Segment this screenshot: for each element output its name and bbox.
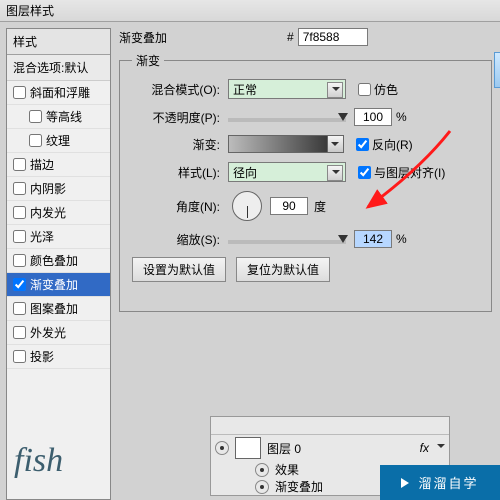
scale-label: 缩放(S): xyxy=(132,231,220,248)
angle-label: 角度(N): xyxy=(132,198,220,215)
style-checkbox[interactable] xyxy=(29,134,42,147)
visibility-icon[interactable] xyxy=(255,480,269,494)
style-combo[interactable]: 径向 xyxy=(228,162,346,182)
brand-text: 溜溜自学 xyxy=(418,473,478,492)
style-item[interactable]: 渐变叠加 xyxy=(7,273,110,297)
style-checkbox[interactable] xyxy=(29,110,42,123)
dither-checkbox[interactable]: 仿色 xyxy=(358,81,398,98)
style-item[interactable]: 斜面和浮雕 xyxy=(7,81,110,105)
style-item[interactable]: 等高线 xyxy=(7,105,110,129)
style-label: 图案叠加 xyxy=(30,300,78,317)
style-item[interactable]: 光泽 xyxy=(7,225,110,249)
style-item[interactable]: 投影 xyxy=(7,345,110,369)
align-checkbox[interactable]: 与图层对齐(I) xyxy=(358,164,445,181)
style-item[interactable]: 纹理 xyxy=(7,129,110,153)
style-label: 内发光 xyxy=(30,204,66,221)
styles-title: 样式 xyxy=(7,29,110,55)
style-item[interactable]: 外发光 xyxy=(7,321,110,345)
style-label: 颜色叠加 xyxy=(30,252,78,269)
style-checkbox[interactable] xyxy=(13,278,26,291)
style-label: 内阴影 xyxy=(30,180,66,197)
visibility-icon[interactable] xyxy=(215,441,229,455)
set-default-button[interactable]: 设置为默认值 xyxy=(132,257,226,282)
style-item[interactable]: 内阴影 xyxy=(7,177,110,201)
style-item[interactable]: 颜色叠加 xyxy=(7,249,110,273)
gradient-preview[interactable] xyxy=(228,135,328,153)
style-item[interactable]: 图案叠加 xyxy=(7,297,110,321)
scale-value[interactable] xyxy=(354,230,392,248)
style-checkbox[interactable] xyxy=(13,326,26,339)
hex-input[interactable] xyxy=(298,28,368,46)
hash-symbol: # xyxy=(287,30,294,44)
play-icon xyxy=(401,478,414,488)
style-label: 描边 xyxy=(30,156,54,173)
style-checkbox[interactable] xyxy=(13,206,26,219)
style-label: 外发光 xyxy=(30,324,66,341)
opacity-value[interactable] xyxy=(354,108,392,126)
angle-value[interactable] xyxy=(270,197,308,215)
style-label: 样式(L): xyxy=(132,164,220,181)
fish-watermark: fish xyxy=(14,442,63,480)
style-checkbox[interactable] xyxy=(13,230,26,243)
style-label: 光泽 xyxy=(30,228,54,245)
layers-header xyxy=(211,417,449,435)
gradient-dropdown[interactable] xyxy=(328,135,344,153)
group-legend: 渐变 xyxy=(132,52,164,69)
gradient-label: 渐变: xyxy=(132,136,220,153)
style-label: 斜面和浮雕 xyxy=(30,84,90,101)
blend-mode-combo[interactable]: 正常 xyxy=(228,79,346,99)
style-label: 渐变叠加 xyxy=(30,276,78,293)
style-item[interactable]: 描边 xyxy=(7,153,110,177)
window-title: 图层样式 xyxy=(0,0,500,22)
fx-title: 效果 xyxy=(275,461,299,478)
style-checkbox[interactable] xyxy=(13,350,26,363)
reverse-checkbox[interactable]: 反向(R) xyxy=(356,136,413,153)
opacity-unit: % xyxy=(396,110,407,124)
layer-row[interactable]: 图层 0 fx xyxy=(211,435,449,461)
ok-button-edge[interactable] xyxy=(494,52,500,88)
angle-unit: 度 xyxy=(314,198,326,215)
gradient-group: 渐变 混合模式(O): 正常 仿色 不透明度(P): % 渐变: 反向(R xyxy=(119,52,492,312)
reset-default-button[interactable]: 复位为默认值 xyxy=(236,257,330,282)
section-title: 渐变叠加 xyxy=(119,29,167,46)
style-checkbox[interactable] xyxy=(13,158,26,171)
blend-options-default[interactable]: 混合选项:默认 xyxy=(7,55,110,81)
fx-item-label: 渐变叠加 xyxy=(275,478,323,495)
opacity-slider[interactable] xyxy=(228,118,346,122)
scale-slider[interactable] xyxy=(228,240,346,244)
style-item[interactable]: 内发光 xyxy=(7,201,110,225)
visibility-icon[interactable] xyxy=(255,463,269,477)
style-checkbox[interactable] xyxy=(13,254,26,267)
style-label: 等高线 xyxy=(46,108,82,125)
style-label: 投影 xyxy=(30,348,54,365)
blend-mode-label: 混合模式(O): xyxy=(132,81,220,98)
angle-dial[interactable] xyxy=(232,191,262,221)
opacity-label: 不透明度(P): xyxy=(132,109,220,126)
fx-badge[interactable]: fx xyxy=(420,441,433,455)
style-label: 纹理 xyxy=(46,132,70,149)
style-checkbox[interactable] xyxy=(13,302,26,315)
layer-name: 图层 0 xyxy=(267,440,301,457)
styles-list: 样式 混合选项:默认 斜面和浮雕等高线纹理描边内阴影内发光光泽颜色叠加渐变叠加图… xyxy=(6,28,111,500)
layer-thumbnail[interactable] xyxy=(235,437,261,459)
style-checkbox[interactable] xyxy=(13,86,26,99)
fx-expand-icon[interactable] xyxy=(437,444,445,452)
style-checkbox[interactable] xyxy=(13,182,26,195)
brand-badge: 溜溜自学 xyxy=(380,465,500,500)
scale-unit: % xyxy=(396,232,407,246)
